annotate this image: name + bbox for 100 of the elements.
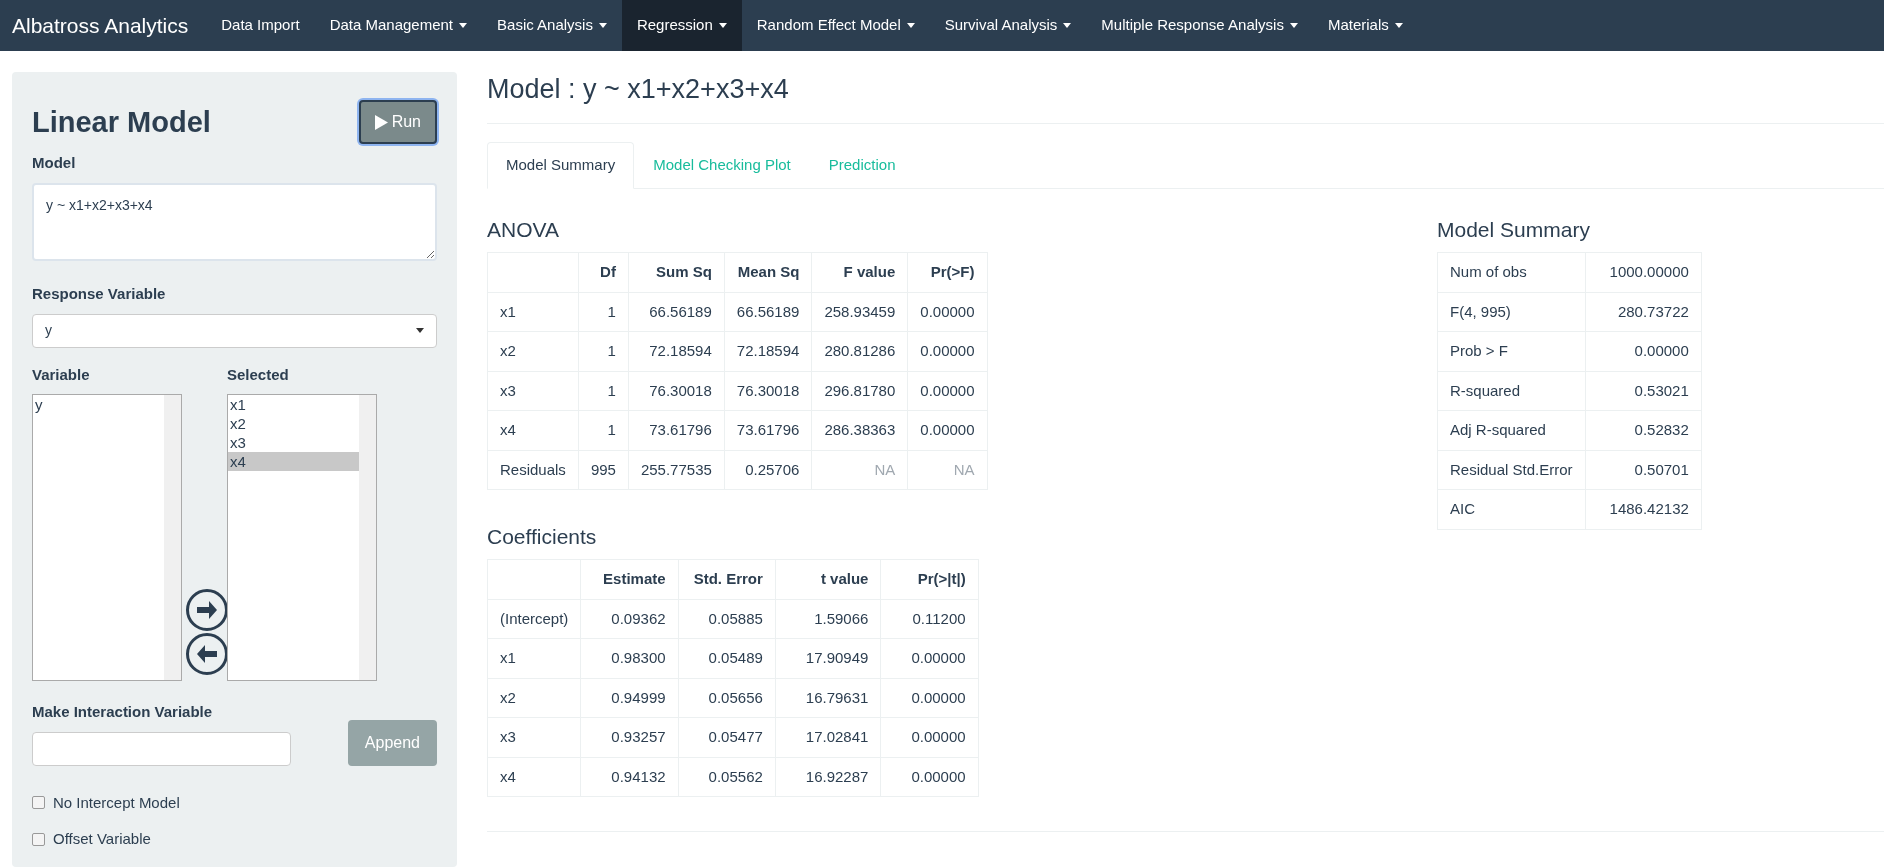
nav-item[interactable]: Basic Analysis (482, 0, 622, 51)
nav-item[interactable]: Regression (621, 0, 742, 51)
table-cell: AIC (1437, 489, 1586, 530)
caret-icon (598, 23, 607, 28)
table-cell: x2 (487, 331, 579, 372)
table-cell: NA (811, 450, 908, 490)
table-cell: x3 (487, 371, 579, 411)
nav-item[interactable]: Data Import (206, 0, 315, 51)
table-cell: 72.18594 (628, 331, 725, 372)
run-button[interactable]: Run (358, 100, 437, 144)
model-input[interactable]: y ~ x1+x2+x3+x4 (32, 182, 437, 261)
table-cell: 1 (578, 331, 629, 372)
move-left-button[interactable] (185, 631, 229, 676)
table-cell: 0.05489 (678, 638, 776, 679)
table-cell: Prob > F (1437, 331, 1586, 372)
section-title: Coefficients (487, 524, 598, 550)
table-cell: 1486.42132 (1585, 489, 1702, 530)
checkbox-label: No Intercept Model (53, 792, 180, 813)
table-cell: 0.00000 (1585, 331, 1702, 372)
field-label: Selected (227, 364, 290, 385)
caret-icon (416, 328, 424, 333)
table-cell: 0.93257 (580, 717, 679, 758)
table-cell: 0.05562 (678, 757, 776, 797)
table-cell: 73.61796 (628, 410, 725, 451)
table-cell: 0.00000 (907, 292, 988, 332)
nav-item[interactable]: Random Effect Model (741, 0, 930, 51)
scrollbar[interactable] (164, 395, 181, 680)
table-cell: 1000.00000 (1585, 252, 1702, 293)
list-item[interactable]: x3 (228, 433, 359, 452)
nav-item[interactable]: Multiple Response Analysis (1086, 0, 1313, 51)
table-cell: 0.52832 (1585, 410, 1702, 451)
table-cell: 280.73722 (1585, 292, 1702, 332)
response-dropdown[interactable]: y (32, 313, 437, 348)
checkbox[interactable] (32, 832, 45, 846)
column-header: Std. Error (678, 559, 776, 600)
caret-icon (1289, 23, 1298, 28)
column-header: Sum Sq (628, 252, 725, 293)
list-item[interactable]: x4 (228, 452, 359, 471)
scrollbar[interactable] (359, 395, 376, 680)
table-cell: Residuals (487, 450, 579, 490)
table-cell: 1 (578, 410, 629, 451)
table-cell: x2 (487, 678, 581, 718)
table-cell: 0.05477 (678, 717, 776, 758)
table-cell: 995 (578, 450, 629, 490)
list-box[interactable]: x1 x2 x3 x4 (227, 394, 377, 681)
list-box[interactable]: y (32, 394, 182, 681)
list-item[interactable]: x1 (228, 395, 359, 414)
move-right-button[interactable] (185, 587, 229, 632)
list-item[interactable]: x2 (228, 414, 359, 433)
table-cell: 1.59066 (775, 599, 881, 639)
caret-icon (718, 23, 727, 28)
table-cell: Residual Std.Error (1437, 450, 1586, 490)
checkbox[interactable] (32, 796, 45, 810)
table-cell: 17.90949 (775, 638, 881, 679)
table-cell: 16.92287 (775, 757, 881, 797)
table-cell: 296.81780 (811, 371, 908, 411)
table-cell: 17.02841 (775, 717, 881, 758)
table-cell: 0.00000 (880, 678, 979, 718)
table-cell: 0.50701 (1585, 450, 1702, 490)
table-cell: 1 (578, 371, 629, 411)
table-cell: x3 (487, 717, 581, 758)
brand-name[interactable]: Albatross Analytics (0, 9, 207, 42)
section-title: Model Summary (1437, 216, 1591, 243)
table-cell: 0.05885 (678, 599, 776, 639)
table-cell: 0.00000 (880, 638, 979, 679)
table-cell: 0.94999 (580, 678, 679, 718)
table-cell: NA (907, 450, 988, 490)
tab[interactable]: Model Summary (487, 142, 635, 189)
table-cell: 0.05656 (678, 678, 776, 718)
section-title: ANOVA (487, 216, 560, 243)
checkbox-label: Offset Variable (53, 829, 151, 849)
column-header: Pr(>F) (907, 252, 988, 293)
table-cell: 0.00000 (880, 717, 979, 758)
column-header: Estimate (580, 559, 679, 600)
table-cell: 0.94132 (580, 757, 679, 797)
nav-item[interactable]: Survival Analysis (929, 0, 1087, 51)
nav-item[interactable]: Materials (1312, 0, 1418, 51)
list-item[interactable]: y (33, 395, 164, 414)
caret-icon (906, 23, 915, 28)
table-cell: 76.30018 (628, 371, 725, 411)
nav-item[interactable]: Data Management (314, 0, 483, 51)
caret-icon (459, 23, 468, 28)
play-icon (374, 114, 388, 130)
column-header: t value (775, 559, 881, 600)
arrow-right-icon (185, 587, 229, 632)
table-cell: 1 (578, 292, 629, 332)
interaction-input[interactable] (32, 731, 291, 766)
table-cell: 66.56189 (724, 292, 812, 332)
table-cell: 0.00000 (880, 757, 979, 797)
table-cell: Adj R-squared (1437, 410, 1586, 451)
table-cell: 16.79631 (775, 678, 881, 718)
arrow-left-icon (185, 631, 229, 676)
table-cell: 255.77535 (628, 450, 725, 490)
field-label: Model (32, 153, 77, 173)
table-cell: R-squared (1437, 371, 1586, 411)
table-cell: (Intercept) (487, 599, 581, 639)
table-cell: 0.98300 (580, 638, 679, 679)
table-cell: 72.18594 (724, 331, 812, 372)
table-cell: Num of obs (1437, 252, 1586, 293)
table-cell: 0.53021 (1585, 371, 1702, 411)
